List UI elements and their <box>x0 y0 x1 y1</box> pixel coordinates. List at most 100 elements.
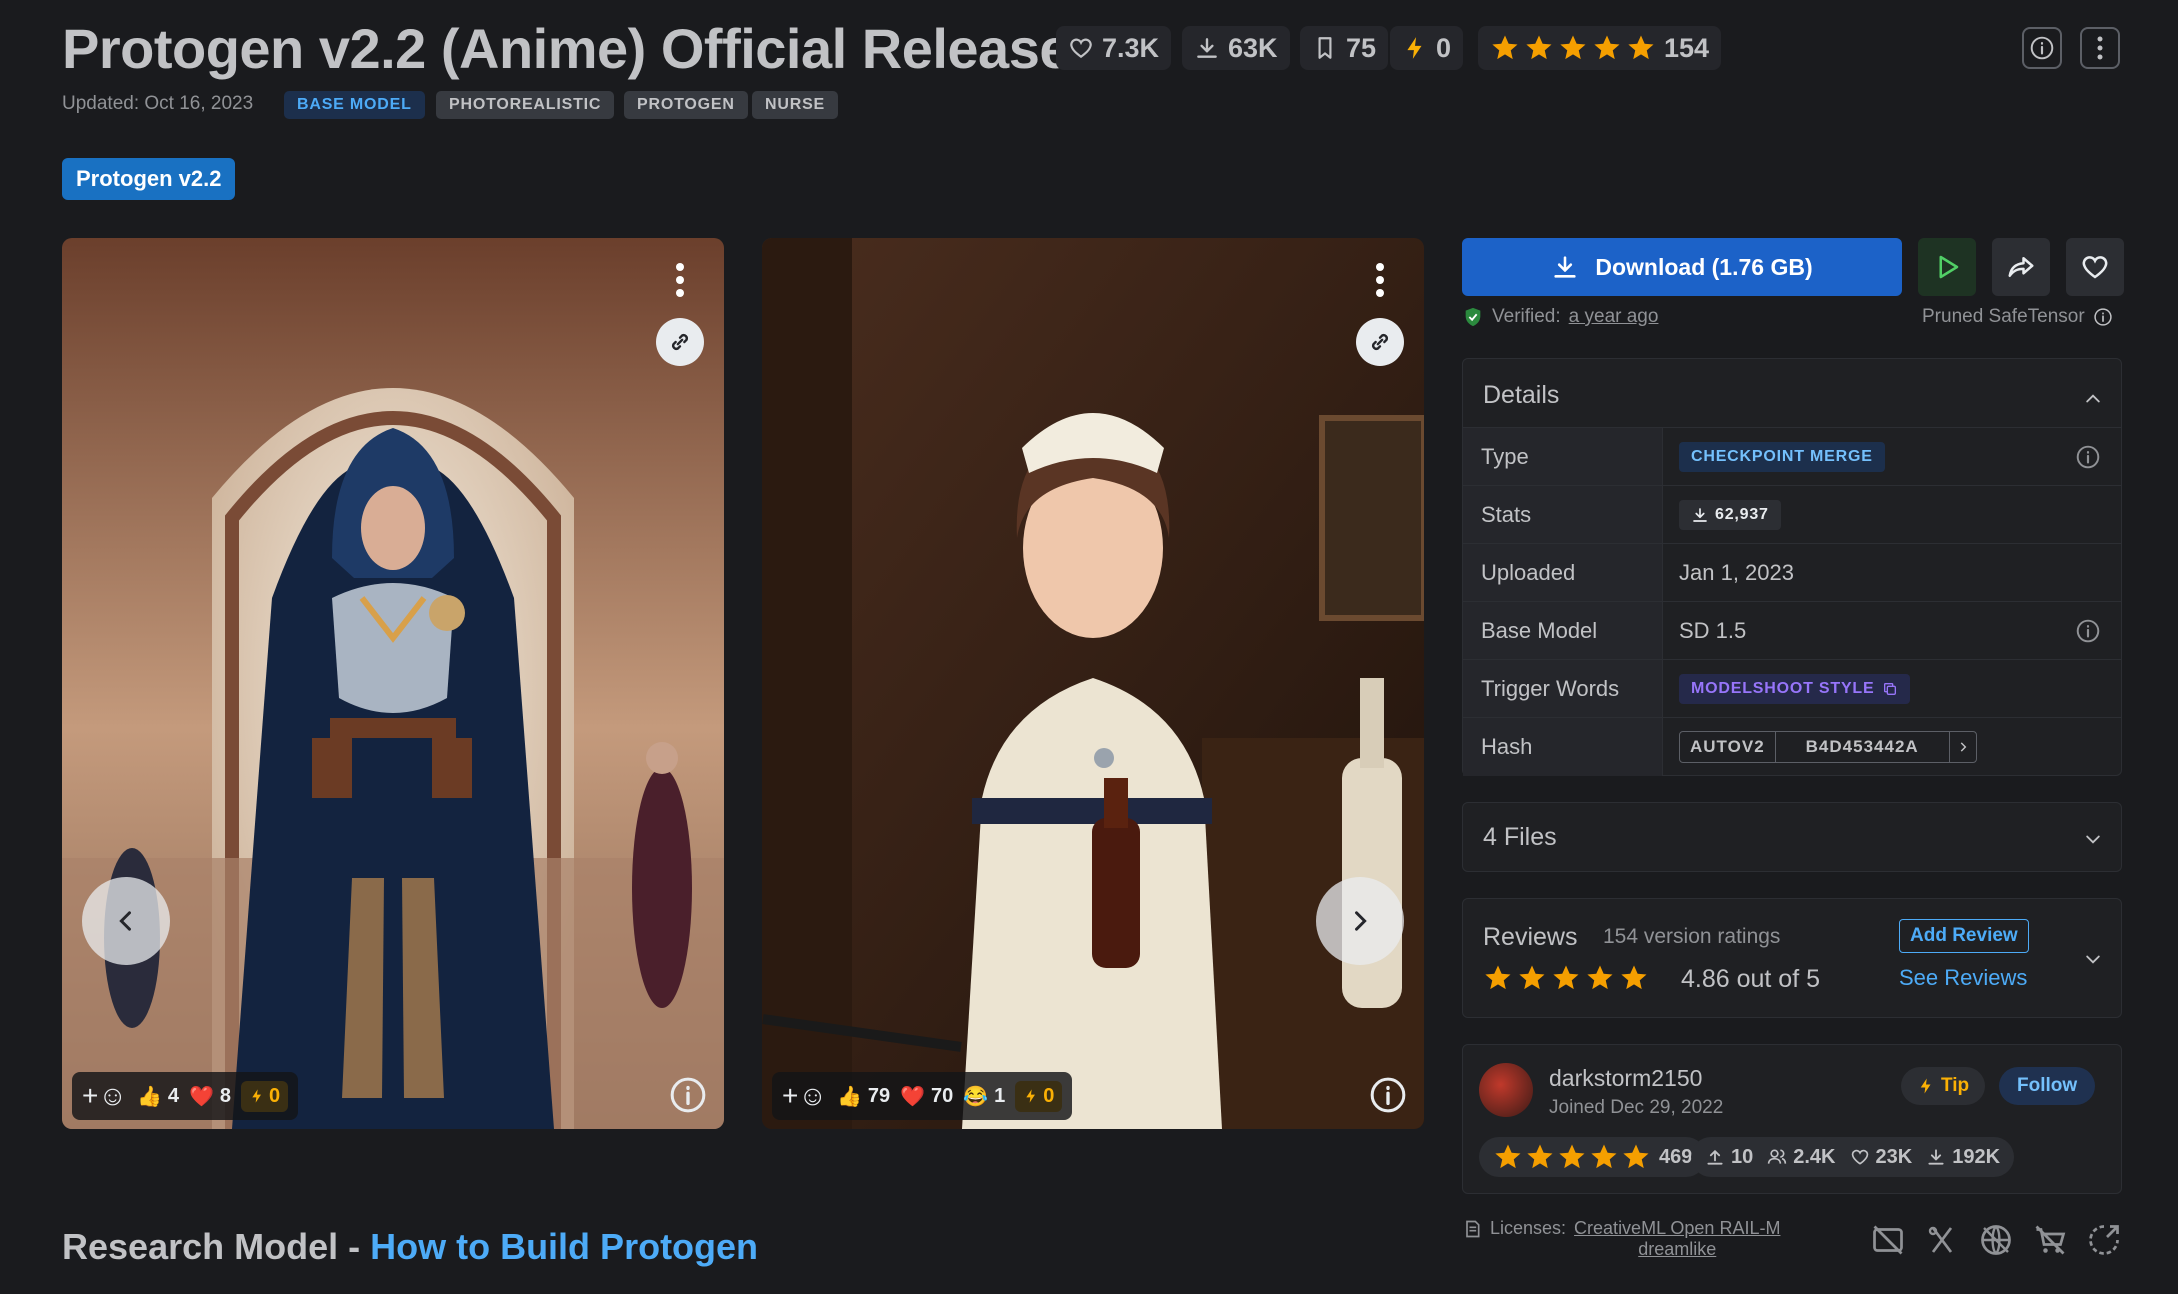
chevron-left-icon <box>119 911 131 931</box>
base-model-value: SD 1.5 <box>1679 618 1747 643</box>
add-review-button[interactable]: Add Review <box>1899 919 2029 953</box>
license-link-creativeml[interactable]: CreativeML Open RAIL-M <box>1574 1218 1780 1239</box>
red-heart-icon: ❤️ <box>900 1085 926 1108</box>
add-reaction-icon[interactable]: +☺ <box>782 1080 827 1112</box>
image-1-menu-icon[interactable] <box>675 262 685 298</box>
share-button[interactable] <box>1992 238 2050 296</box>
nurse-image <box>762 238 1424 1129</box>
hooded-knight-image <box>62 238 724 1129</box>
download-button[interactable]: Download (1.76 GB) <box>1462 238 1902 296</box>
hash-next-button[interactable] <box>1948 732 1976 762</box>
creator-name[interactable]: darkstorm2150 <box>1549 1065 1702 1092</box>
version-button[interactable]: Protogen v2.2 <box>62 158 236 200</box>
image-card-2[interactable] <box>762 238 1424 1129</box>
uploaded-label: Uploaded <box>1463 544 1663 602</box>
license-link-dreamlike[interactable]: dreamlike <box>1638 1239 1716 1260</box>
red-heart-icon: ❤️ <box>188 1085 214 1108</box>
previous-image-button[interactable] <box>82 877 170 965</box>
updated-date: Updated: Oct 16, 2023 <box>62 93 254 114</box>
no-merging-icon[interactable] <box>1924 1222 1960 1258</box>
image-2-link-button[interactable] <box>1356 318 1404 366</box>
research-link[interactable]: How to Build Protogen <box>370 1226 758 1267</box>
tip-reaction[interactable]: 0 <box>1015 1080 1063 1112</box>
download-icon <box>1194 35 1220 61</box>
hash-value[interactable]: B4D453442A <box>1776 732 1949 762</box>
follow-button[interactable]: Follow <box>1999 1067 2096 1105</box>
average-score: 4.86 out of 5 <box>1681 965 1821 993</box>
heart-reaction[interactable]: ❤️ 8 <box>189 1084 231 1109</box>
more-menu-button[interactable] <box>2080 27 2120 69</box>
thumbs-up-reaction[interactable]: 👍 4 <box>137 1084 179 1109</box>
heart-reaction[interactable]: ❤️ 70 <box>900 1084 953 1109</box>
rating-stat[interactable]: 154 <box>1478 26 1722 70</box>
heart-count: 8 <box>219 1084 232 1107</box>
laugh-reaction[interactable]: 😂 1 <box>963 1084 1005 1109</box>
tag-protogen[interactable]: PROTOGEN <box>624 91 748 119</box>
followers-count: 2.4K <box>1793 1145 1836 1168</box>
bolt-icon <box>1023 1088 1039 1104</box>
no-image-selling-icon[interactable] <box>1870 1222 1906 1258</box>
image-2-menu-icon[interactable] <box>1375 262 1385 298</box>
run-button[interactable] <box>1918 238 1976 296</box>
downloads-stat: 63K <box>1182 26 1290 70</box>
licenses: Licenses: CreativeML Open RAIL-M dreamli… <box>1462 1218 1780 1260</box>
chevron-down-icon[interactable] <box>2083 949 2103 969</box>
tip-count: 0 <box>1043 1084 1055 1107</box>
star-icon <box>1589 1142 1619 1172</box>
info-icon[interactable] <box>2075 618 2101 644</box>
heart-icon <box>2080 252 2110 282</box>
star-icon <box>1517 963 1547 993</box>
info-icon[interactable] <box>2075 444 2101 470</box>
creator-avatar[interactable] <box>1479 1063 1533 1117</box>
trigger-word-badge[interactable]: MODELSHOOT STYLE <box>1679 674 1911 704</box>
creator-card: darkstorm2150 Joined Dec 29, 2022 Tip Fo… <box>1462 1044 2122 1194</box>
star-icon <box>1626 33 1656 63</box>
star-icon <box>1490 33 1520 63</box>
chevron-down-icon[interactable] <box>2083 829 2103 849</box>
no-selling-icon[interactable] <box>2032 1222 2068 1258</box>
image-card-1[interactable] <box>62 238 724 1129</box>
info-icon[interactable] <box>2093 307 2113 327</box>
verified-label: Verified: <box>1492 306 1561 327</box>
thumbs-up-reaction[interactable]: 👍 79 <box>837 1084 890 1109</box>
verified-date-link[interactable]: a year ago <box>1569 306 1659 328</box>
no-generation-services-icon[interactable] <box>1978 1222 2014 1258</box>
creator-likes: 23K <box>1850 1146 1912 1169</box>
upload-icon <box>1707 1149 1723 1165</box>
detail-row-trigger-words: Trigger Words MODELSHOOT STYLE <box>1463 659 2121 718</box>
favorite-button[interactable] <box>2066 238 2124 296</box>
downloads-count: 63K <box>1228 32 1278 63</box>
files-panel[interactable]: 4 Files <box>1462 802 2122 872</box>
details-heading[interactable]: Details <box>1483 381 1559 410</box>
image-2-info-icon[interactable] <box>1368 1075 1408 1115</box>
no-sharing-icon[interactable] <box>2086 1222 2122 1258</box>
verified-status: Verified: a year ago <box>1462 306 1658 328</box>
hash-box[interactable]: AUTOV2 B4D453442A <box>1679 731 1977 763</box>
likes-stat[interactable]: 7.3K <box>1056 26 1172 70</box>
creator-rating-count: 469 <box>1659 1145 1693 1168</box>
image-1-link-button[interactable] <box>656 318 704 366</box>
add-reaction-icon[interactable]: +☺ <box>82 1080 127 1112</box>
license-icon <box>1466 1220 1480 1238</box>
copy-icon <box>1884 683 1897 695</box>
tips-stat[interactable]: 0 <box>1390 26 1464 70</box>
bolt-icon <box>1917 1077 1935 1095</box>
tips-count: 0 <box>1436 32 1452 63</box>
tag-photorealistic[interactable]: PHOTOREALISTIC <box>436 91 615 119</box>
info-button[interactable] <box>2022 27 2062 69</box>
details-panel: Details Type CHECKPOINT MERGE Stats 62,9… <box>1462 358 2122 776</box>
chevron-up-icon[interactable] <box>2083 389 2103 409</box>
next-image-button[interactable] <box>1316 877 1404 965</box>
see-reviews-link[interactable]: See Reviews <box>1899 965 2027 991</box>
tip-button[interactable]: Tip <box>1901 1067 1986 1105</box>
creator-downloads: 192K <box>1926 1146 2000 1169</box>
bookmarks-stat[interactable]: 75 <box>1300 26 1389 70</box>
base-model-label: Base Model <box>1463 602 1663 660</box>
image-1-reactions: +☺ 👍 4 ❤️ 8 0 <box>72 1072 299 1120</box>
tag-base-model[interactable]: BASE MODEL <box>284 91 425 119</box>
tag-nurse[interactable]: NURSE <box>752 91 839 119</box>
tip-reaction[interactable]: 0 <box>241 1080 289 1112</box>
hash-type[interactable]: AUTOV2 <box>1680 732 1776 762</box>
downloads-count: 192K <box>1952 1145 2001 1168</box>
image-1-info-icon[interactable] <box>668 1075 708 1115</box>
